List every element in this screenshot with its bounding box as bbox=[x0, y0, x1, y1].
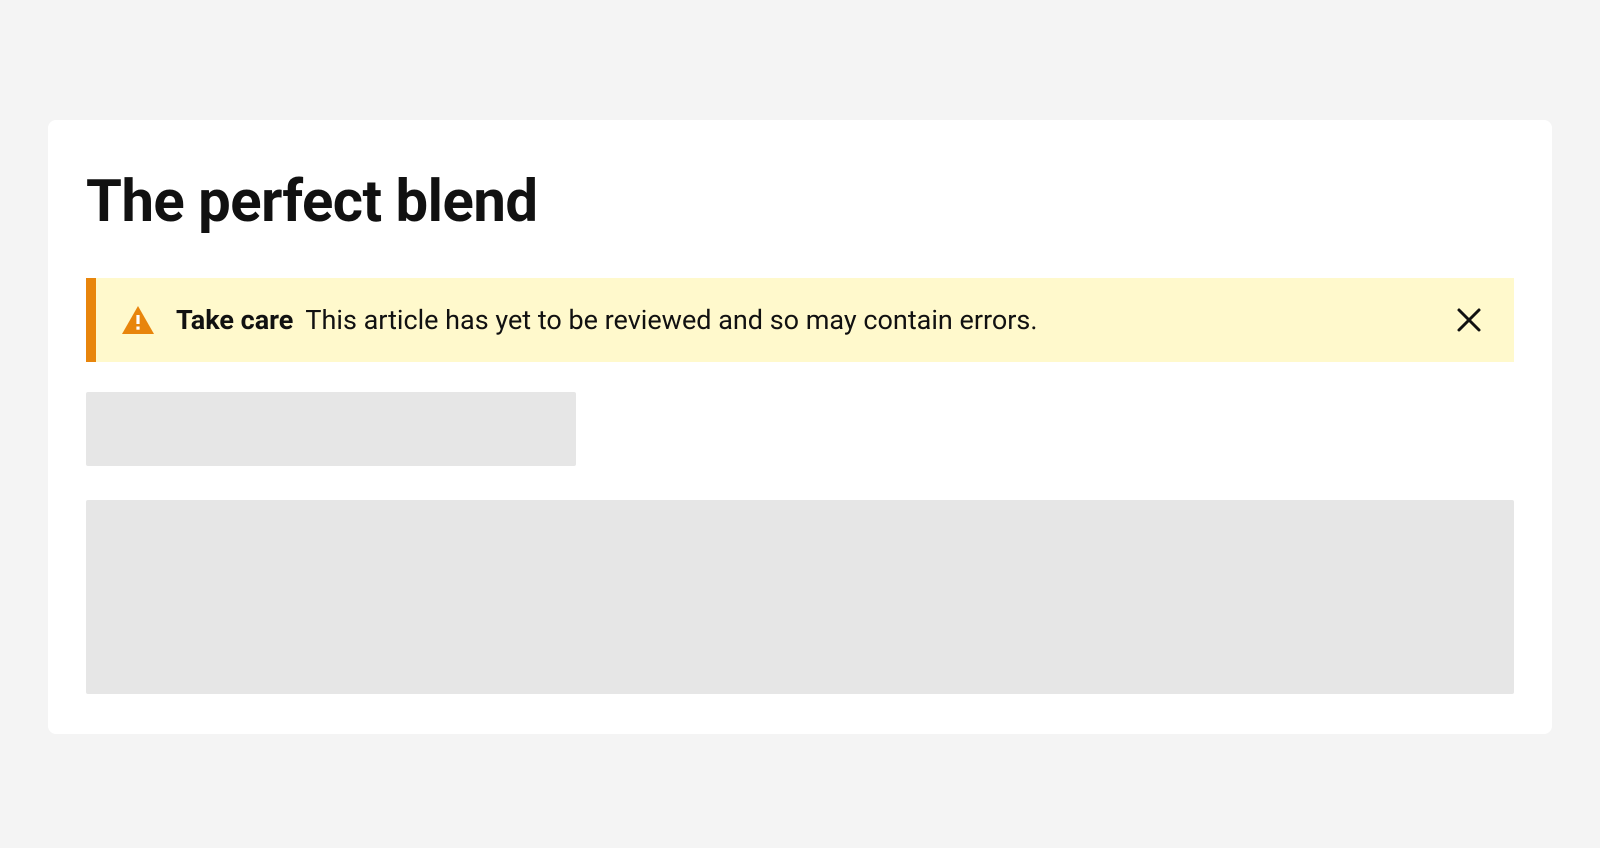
alert-message: This article has yet to be reviewed and … bbox=[305, 304, 1037, 336]
alert-close-button[interactable] bbox=[1452, 303, 1486, 337]
warning-alert: Take care This article has yet to be revi… bbox=[86, 278, 1514, 362]
warning-triangle-icon bbox=[120, 302, 156, 338]
page-title: The perfect blend bbox=[86, 168, 1514, 236]
close-icon bbox=[1456, 307, 1482, 333]
content-card: The perfect blend Take care This article … bbox=[48, 120, 1552, 734]
alert-title: Take care bbox=[176, 304, 293, 336]
skeleton-block bbox=[86, 500, 1514, 694]
alert-text: Take care This article has yet to be revi… bbox=[176, 302, 1432, 338]
skeleton-line bbox=[86, 392, 576, 466]
